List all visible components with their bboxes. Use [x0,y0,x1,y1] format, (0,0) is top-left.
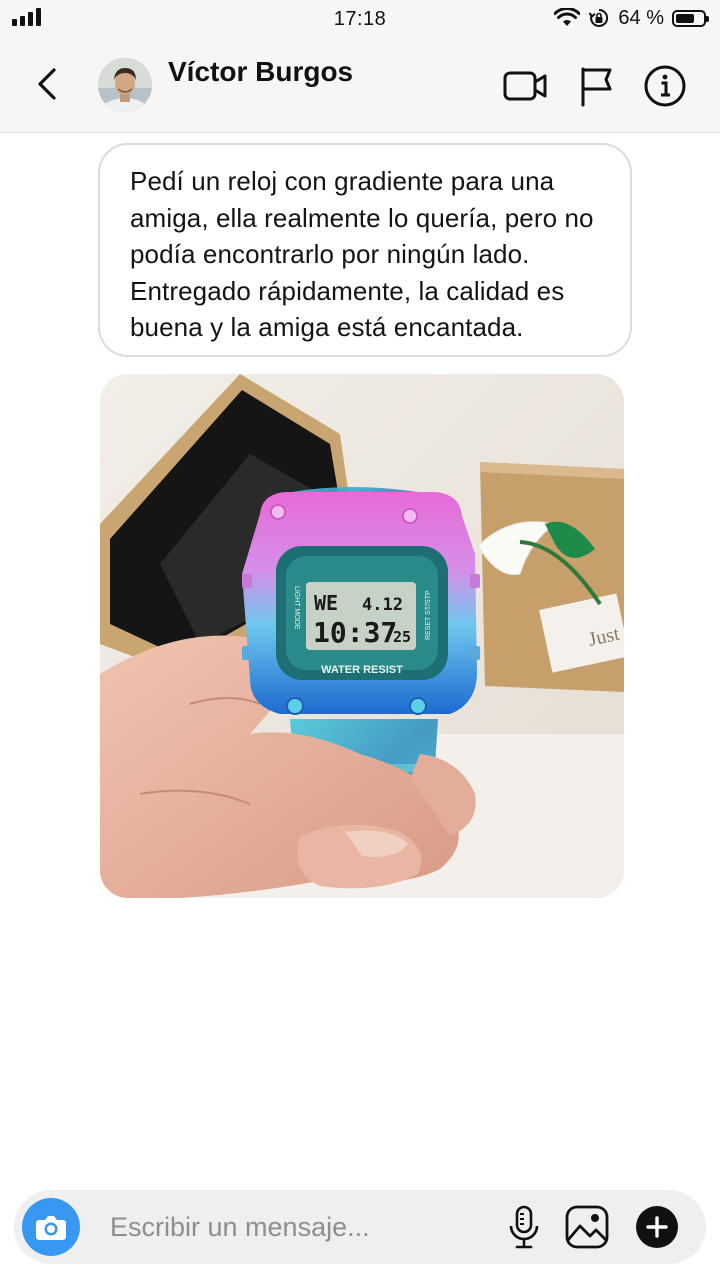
avatar[interactable] [98,58,152,112]
flag-icon [581,67,612,107]
message-bubble[interactable]: Pedí un reloj con gradiente para una ami… [98,143,632,357]
battery-percentage: 64 % [618,6,664,29]
watch-photo: Just WE 4.12 10:37 25 WATER RESIST LIGHT… [100,374,624,898]
camera-icon [36,1216,66,1240]
avatar-photo [98,58,152,112]
chat-screen: 17:18 64 % Víctor Burgos Pedí un reloj c… [0,0,720,1280]
microphone-icon [509,1205,539,1249]
chat-header: Víctor Burgos [0,36,720,133]
contact-name[interactable]: Víctor Burgos [168,56,353,88]
message-composer [14,1190,706,1264]
watch-label: WATER RESIST [321,664,403,676]
video-call-button[interactable] [503,64,547,108]
watch-right-text: RESET ST/STP [425,590,432,640]
plus-icon [646,1216,668,1238]
microphone-button[interactable] [502,1204,546,1250]
more-options-button[interactable] [636,1206,678,1248]
gallery-button[interactable] [564,1204,610,1250]
watch-date: 4.12 [362,595,403,615]
wifi-icon [554,8,581,26]
back-icon [38,68,56,100]
photo-message[interactable]: Just WE 4.12 10:37 25 WATER RESIST LIGHT… [100,374,624,898]
gallery-icon [565,1205,609,1249]
watch-time: 10:37 [313,616,397,649]
info-button[interactable] [643,64,687,108]
video-call-icon [503,71,547,101]
message-input[interactable] [110,1202,490,1252]
camera-button[interactable] [22,1198,80,1256]
battery-icon [672,9,709,27]
orientation-lock-icon [589,8,609,27]
watch-seconds: 25 [393,628,411,646]
watch-day: WE [314,591,338,615]
watch-left-text: LIGHT MODE [293,586,300,630]
report-button[interactable] [576,64,620,108]
status-bar: 17:18 64 % [0,0,720,36]
info-icon [644,65,686,107]
back-button[interactable] [30,62,66,106]
message-text: Pedí un reloj con gradiente para una ami… [130,166,594,342]
status-right: 64 % [554,6,709,30]
